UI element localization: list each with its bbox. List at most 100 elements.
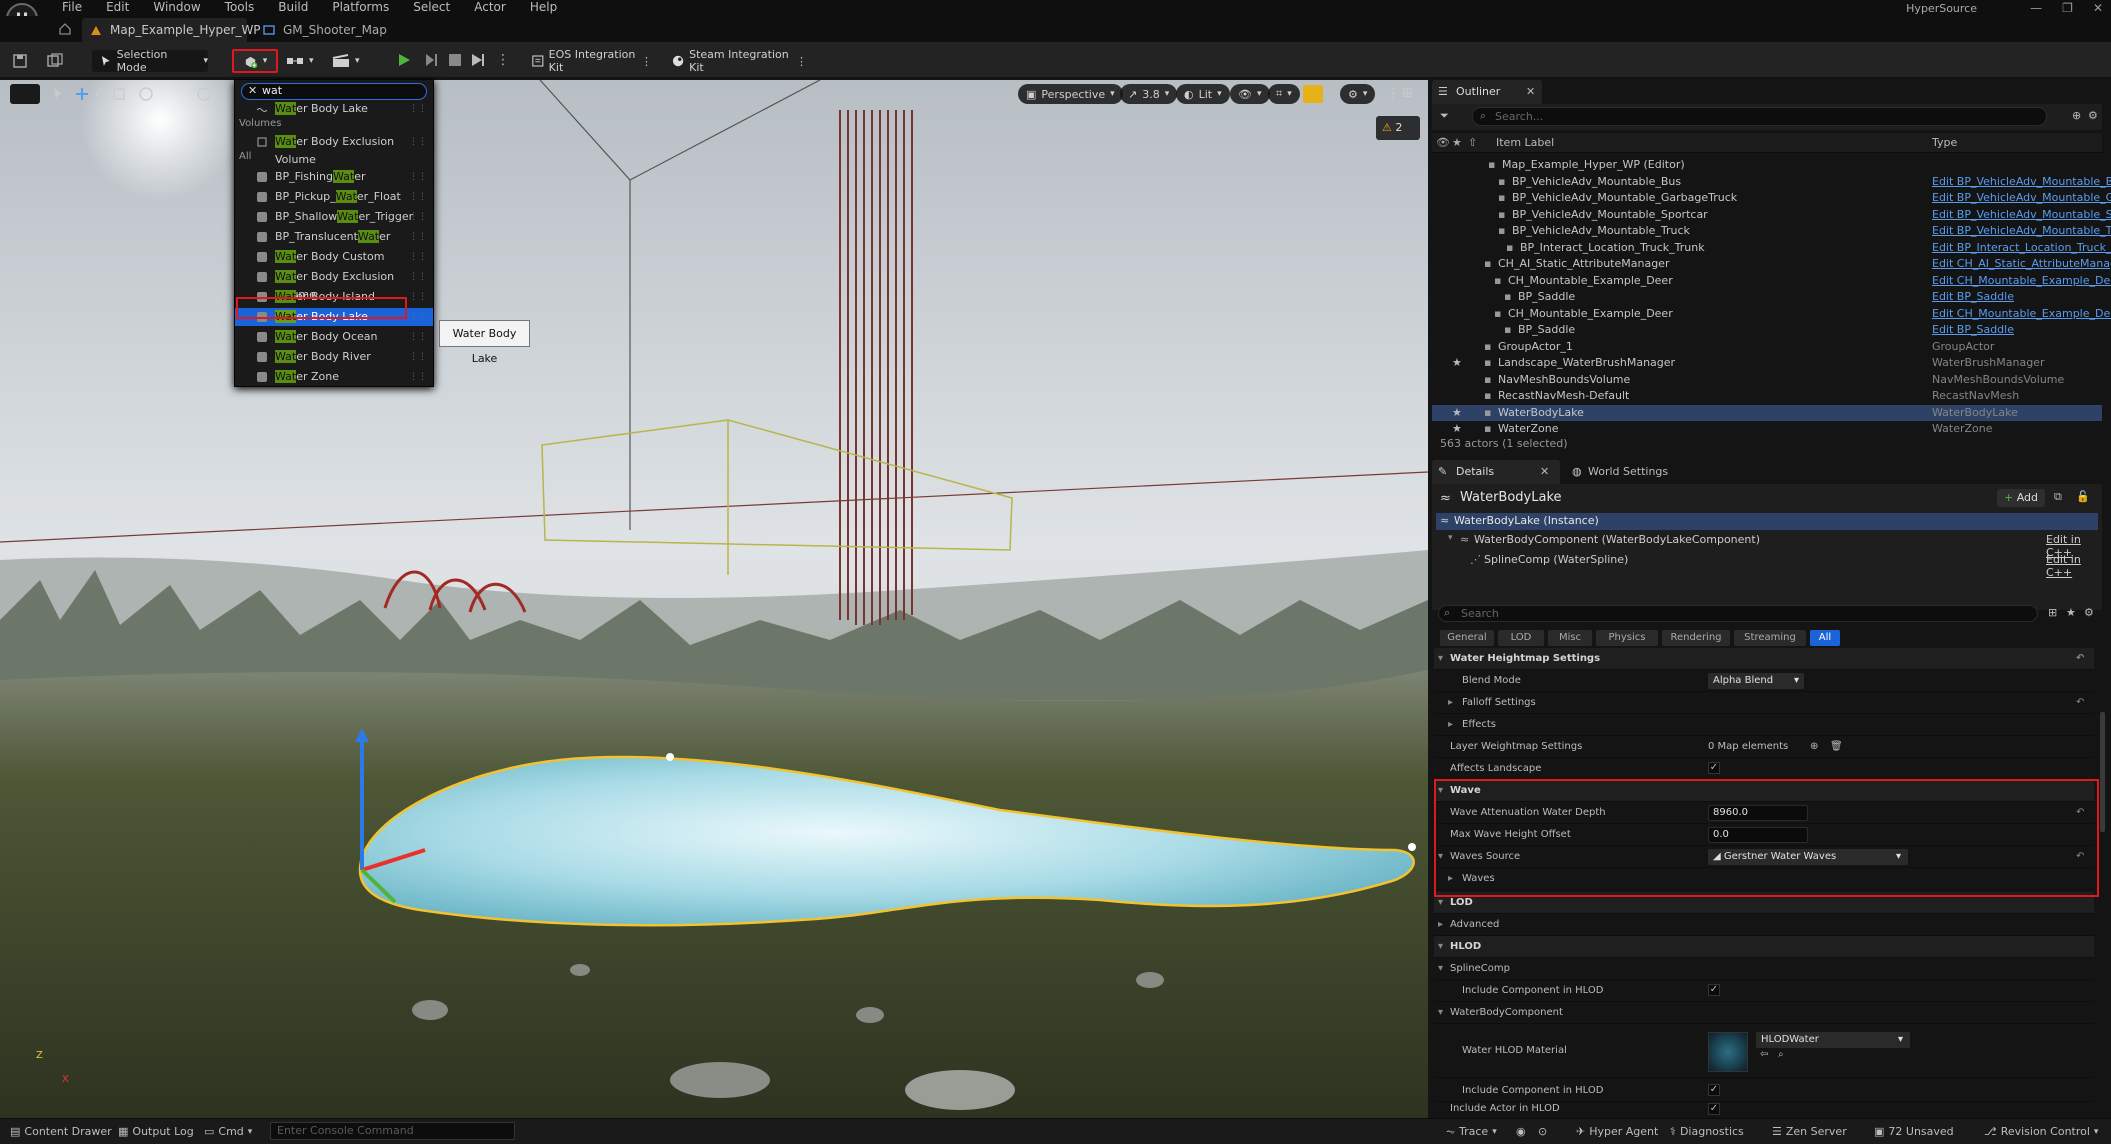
category-advanced[interactable]: ▸ Advanced	[1434, 914, 2094, 936]
table-row[interactable]: ▪ NavMeshBoundsVolume NavMeshBoundsVolume	[1432, 372, 2102, 388]
close-tab-icon[interactable]: ✕	[1526, 85, 1535, 98]
item-type[interactable]: Edit BP_Interact_Location_Truck_T	[1932, 240, 2111, 256]
more-options-icon[interactable]: ⋮	[496, 52, 510, 68]
diagnostics-button[interactable]: ⚕ Diagnostics	[1670, 1124, 1744, 1140]
item-type[interactable]: Edit CH_Mountable_Example_Deer	[1932, 273, 2111, 289]
star-icon[interactable]: ★	[1452, 355, 1462, 371]
use-selected-icon[interactable]: ⇦	[1760, 1044, 1768, 1066]
more-options-icon[interactable]: ⋮	[1386, 86, 1400, 102]
drag-handle-icon[interactable]: ⋮⋮	[409, 268, 427, 286]
menu-actor[interactable]: Actor	[462, 0, 518, 16]
add-filter-icon[interactable]: ⊕	[2072, 109, 2081, 122]
star-icon[interactable]: ★	[1452, 405, 1462, 421]
list-item[interactable]: BP_Pickup_Water_Float ⋮⋮	[235, 188, 433, 206]
clear-icon[interactable]: ✕	[248, 84, 257, 98]
browse-asset-icon[interactable]: ⌕	[1778, 1044, 1784, 1066]
blueprint-icon[interactable]: ⧉	[2054, 490, 2062, 504]
details-scrollbar[interactable]	[2100, 712, 2105, 832]
category-general[interactable]: General	[1440, 630, 1494, 646]
menu-tools[interactable]: Tools	[213, 0, 267, 16]
menu-edit[interactable]: Edit	[94, 0, 141, 16]
table-row[interactable]: ▪ BP_Saddle Edit BP_Saddle	[1432, 322, 2102, 338]
menu-select[interactable]: Select	[401, 0, 462, 16]
menu-build[interactable]: Build	[266, 0, 320, 16]
star-icon[interactable]: ★	[1452, 421, 1462, 437]
zen-server-button[interactable]: ☰ Zen Server	[1772, 1124, 1847, 1140]
prop-falloff[interactable]: ▸ Falloff Settings ↶	[1434, 692, 2094, 714]
menu-window[interactable]: Window	[141, 0, 212, 16]
col-type[interactable]: Type	[1932, 136, 1957, 149]
menu-file[interactable]: File	[50, 0, 94, 16]
table-row[interactable]: ★ ▪ WaterZone WaterZone	[1432, 421, 2102, 437]
show-flags-dropdown[interactable]: 👁 ▾	[1230, 84, 1270, 104]
close-tab-icon[interactable]: ✕	[1540, 465, 1549, 478]
drag-handle-icon[interactable]: ⋮⋮	[409, 348, 427, 366]
subcat-waterbodycomponent[interactable]: ▾ WaterBodyComponent	[1434, 1002, 2094, 1024]
unsaved-button[interactable]: ▣ 72 Unsaved	[1874, 1124, 1954, 1140]
category-all[interactable]: All	[1810, 630, 1840, 646]
list-item[interactable]: Water Body Exclusion Volume ⋮⋮	[235, 133, 433, 166]
drag-handle-icon[interactable]: ⋮⋮	[409, 100, 427, 118]
category-streaming[interactable]: Streaming	[1734, 630, 1806, 646]
play-icon[interactable]	[396, 52, 412, 68]
reset-icon[interactable]: ↶	[2076, 648, 2084, 670]
viewport-settings-dropdown[interactable]: ⚙ ▾	[1340, 84, 1376, 104]
list-item[interactable]: Water Body Exclusion Volume⋮⋮	[235, 268, 433, 301]
item-type[interactable]: Edit BP_VehicleAdv_Mountable_Tru	[1932, 223, 2111, 239]
table-row[interactable]: ▪ CH_AI_Static_AttributeManager Edit CH_AI…	[1432, 256, 2111, 272]
layout-icon[interactable]: ⊞	[1402, 86, 1413, 101]
record-icon[interactable]: ◉	[1516, 1124, 1526, 1140]
tab-outliner[interactable]: ☰ Outliner ✕	[1432, 80, 1542, 104]
stop-icon[interactable]	[448, 53, 462, 67]
lock-icon[interactable]: 🔓	[2076, 490, 2090, 503]
table-row[interactable]: ★ ▪ WaterBodyLake WaterBodyLake	[1432, 404, 2102, 421]
table-row[interactable]: ▪ BP_VehicleAdv_Mountable_Truck Edit BP_Ve…	[1432, 223, 2111, 239]
level-viewport[interactable]	[0, 80, 1428, 1118]
list-item[interactable]: BP_FishingWater ⋮⋮	[235, 168, 433, 186]
col-item-label[interactable]: Item Label	[1496, 136, 1554, 149]
category-hlod[interactable]: ▾ HLOD	[1434, 936, 2094, 958]
steam-plugin-button[interactable]: Steam Integration Kit ⋮	[672, 48, 807, 74]
eject-icon[interactable]	[470, 52, 488, 68]
outliner-search-input[interactable]: Search...	[1472, 107, 2047, 126]
component-row[interactable]: ▾ ≈ WaterBodyComponent (WaterBodyLakeCom…	[1436, 532, 2098, 559]
reset-icon[interactable]: ↶	[2076, 692, 2084, 714]
drag-handle-icon[interactable]: ⋮⋮	[409, 228, 427, 246]
perspective-dropdown[interactable]: ▣ Perspective ▾	[1018, 84, 1123, 104]
item-type[interactable]: Edit CH_AI_Static_AttributeManager	[1932, 256, 2111, 272]
drag-handle-icon[interactable]: ⋮⋮	[409, 133, 427, 151]
content-drawer-button[interactable]: ▤ Content Drawer	[10, 1124, 112, 1140]
item-type[interactable]: Edit CH_Mountable_Example_Deer	[1932, 306, 2111, 322]
category-water-heightmap[interactable]: ▾ Water Heightmap Settings ↶	[1434, 648, 2094, 670]
place-search-input[interactable]: ✕ wat	[241, 83, 427, 100]
table-row[interactable]: ▪ BP_VehicleAdv_Mountable_GarbageTruck Edi…	[1432, 190, 2111, 206]
category-lod[interactable]: LOD	[1498, 630, 1544, 646]
table-row[interactable]: ▪ BP_VehicleAdv_Mountable_Bus Edit BP_Vehi…	[1432, 174, 2111, 190]
item-type[interactable]: Edit BP_VehicleAdv_Mountable_Spo	[1932, 207, 2111, 223]
table-row[interactable]: ▪ BP_Saddle Edit BP_Saddle	[1432, 289, 2102, 305]
drag-handle-icon[interactable]: ⋮⋮	[409, 328, 427, 346]
output-log-button[interactable]: ▦ Output Log	[118, 1124, 194, 1140]
menu-platforms[interactable]: Platforms	[320, 0, 401, 16]
item-type[interactable]: Edit BP_Saddle	[1932, 322, 2014, 338]
drag-handle-icon[interactable]: ⋮⋮	[409, 368, 427, 386]
gear-icon[interactable]: ⚙	[2088, 109, 2098, 122]
save-icon[interactable]	[12, 53, 28, 69]
table-row[interactable]: ▪ Map_Example_Hyper_WP (Editor)	[1432, 157, 2102, 173]
realtime-toggle-icon[interactable]	[1303, 85, 1323, 103]
list-item[interactable]: Water Body River ⋮⋮	[235, 348, 433, 366]
eos-plugin-button[interactable]: EOS Integration Kit ⋮	[532, 48, 652, 74]
item-type[interactable]: Edit BP_Saddle	[1932, 289, 2014, 305]
gear-icon[interactable]: ⚙	[2084, 606, 2094, 619]
edit-cpp-link[interactable]: Edit in C++	[2046, 553, 2098, 579]
home-icon[interactable]	[58, 22, 72, 36]
blueprints-button[interactable]: ▾	[286, 50, 320, 72]
drag-handle-icon[interactable]: ⋮⋮	[409, 208, 427, 226]
include-actor-checkbox[interactable]: ✓	[1708, 1103, 1720, 1115]
grid-icon[interactable]: ⊞	[2048, 606, 2057, 619]
item-type[interactable]: Edit BP_VehicleAdv_Mountable_Gar	[1932, 190, 2111, 206]
snap-dropdown[interactable]: ⌗ ▾	[1268, 84, 1300, 104]
table-row[interactable]: ▪ RecastNavMesh-Default RecastNavMesh	[1432, 388, 2102, 404]
list-item[interactable]: Water Body Lake ⋮⋮	[235, 100, 433, 118]
table-row[interactable]: ▪ GroupActor_1 GroupActor	[1432, 339, 2102, 355]
